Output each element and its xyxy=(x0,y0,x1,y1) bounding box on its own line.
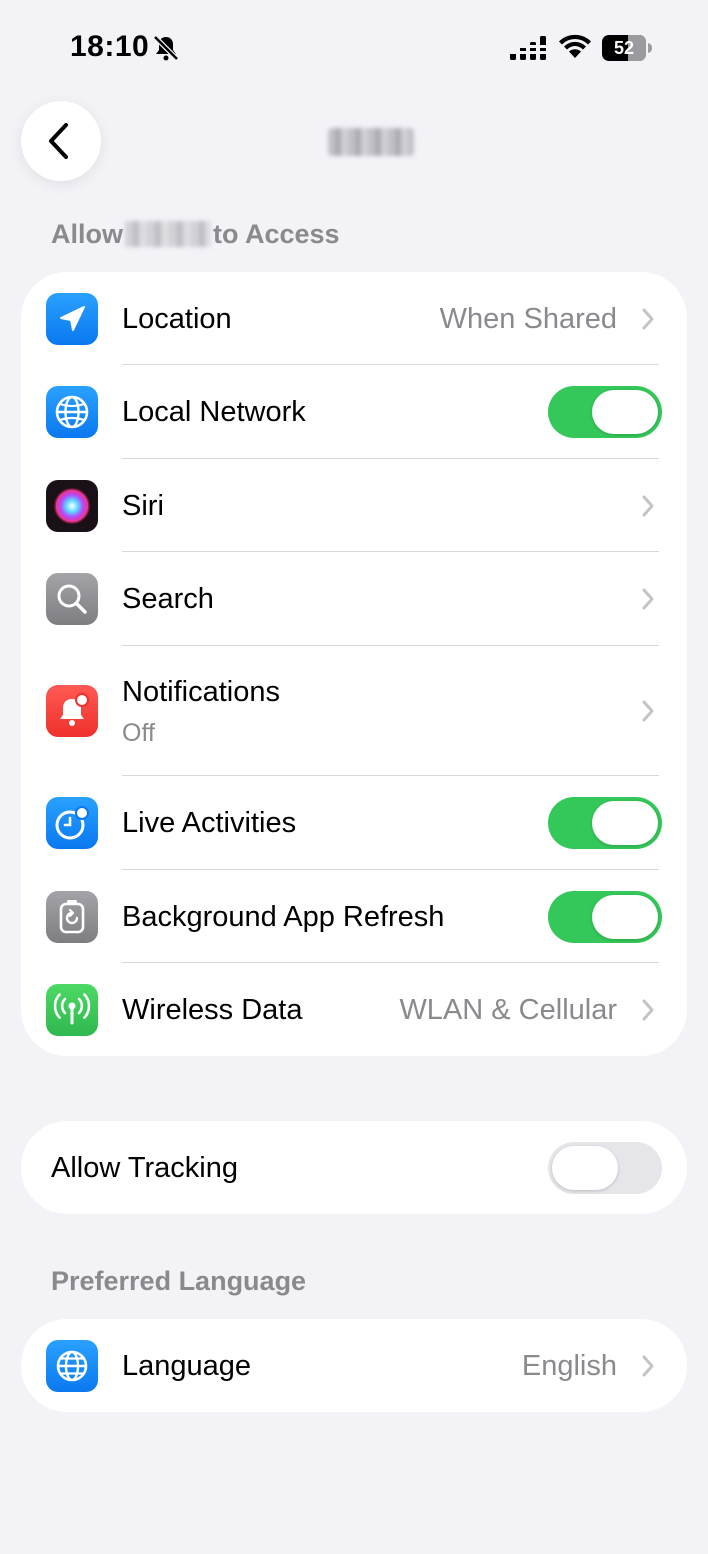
wifi-icon xyxy=(559,34,591,58)
live-activities-toggle[interactable] xyxy=(548,797,662,849)
notifications-sublabel: Off xyxy=(122,719,155,747)
chevron-right-icon xyxy=(642,999,654,1021)
chevron-left-icon xyxy=(49,123,68,159)
language-label: Language xyxy=(122,1350,252,1382)
background-app-refresh-label: Background App Refresh xyxy=(122,901,445,933)
antenna-icon xyxy=(46,984,98,1036)
background-refresh-icon xyxy=(46,891,98,943)
row-local-network: Local Network xyxy=(21,365,687,459)
toggle-knob xyxy=(552,1146,618,1190)
section-header-suffix: to Access xyxy=(213,219,340,249)
status-bar: 18:10 52 xyxy=(0,0,708,96)
redacted-app-name xyxy=(125,221,211,247)
wireless-data-value: WLAN & Cellular xyxy=(399,994,617,1026)
battery-level: 52 xyxy=(613,38,635,58)
toggle-knob xyxy=(592,390,658,434)
bell-slash-icon xyxy=(153,35,179,61)
row-notifications[interactable]: Notifications Off xyxy=(21,646,687,776)
row-language[interactable]: Language English xyxy=(21,1319,687,1412)
row-siri[interactable]: Siri xyxy=(21,459,687,552)
allow-tracking-toggle[interactable] xyxy=(548,1142,662,1194)
row-allow-tracking: Allow Tracking xyxy=(21,1121,687,1214)
row-location[interactable]: Location When Shared xyxy=(21,272,687,365)
row-search[interactable]: Search xyxy=(21,552,687,646)
local-network-label: Local Network xyxy=(122,396,306,428)
chevron-right-icon xyxy=(642,1355,654,1377)
wireless-data-label: Wireless Data xyxy=(122,994,303,1026)
row-live-activities: Live Activities xyxy=(21,776,687,870)
section-header-prefix: Allow xyxy=(51,219,123,249)
globe-network-icon xyxy=(46,386,98,438)
row-background-app-refresh: Background App Refresh xyxy=(21,870,687,963)
page-title-redacted xyxy=(328,128,414,156)
toggle-knob xyxy=(592,895,658,939)
chevron-right-icon xyxy=(642,308,654,330)
location-arrow-icon xyxy=(46,293,98,345)
local-network-toggle[interactable] xyxy=(548,386,662,438)
notification-bell-icon xyxy=(46,685,98,737)
magnifier-icon xyxy=(46,573,98,625)
language-card: Language English xyxy=(21,1319,687,1412)
language-value: English xyxy=(521,1350,617,1382)
back-button[interactable] xyxy=(21,101,101,181)
chevron-right-icon xyxy=(642,495,654,517)
live-activities-label: Live Activities xyxy=(122,807,297,839)
globe-icon xyxy=(46,1340,98,1392)
section-header-allow-access: Allow to Access xyxy=(51,219,340,250)
status-time: 18:10 xyxy=(70,30,150,63)
cellular-signal-icon xyxy=(510,36,548,60)
background-app-refresh-toggle[interactable] xyxy=(548,891,662,943)
siri-label: Siri xyxy=(122,490,164,522)
row-wireless-data[interactable]: Wireless Data WLAN & Cellular xyxy=(21,963,687,1056)
notifications-label: Notifications xyxy=(122,676,280,708)
allow-tracking-label: Allow Tracking xyxy=(51,1152,238,1184)
search-label: Search xyxy=(122,583,214,615)
siri-icon xyxy=(46,480,98,532)
chevron-right-icon xyxy=(642,588,654,610)
location-value: When Shared xyxy=(439,303,617,335)
tracking-card: Allow Tracking xyxy=(21,1121,687,1214)
chevron-right-icon xyxy=(642,700,654,722)
section-header-preferred-language: Preferred Language xyxy=(51,1266,307,1296)
permissions-card: Location When Shared Local Network Siri … xyxy=(21,272,687,1056)
toggle-knob xyxy=(592,801,658,845)
live-activities-icon xyxy=(46,797,98,849)
location-label: Location xyxy=(122,303,232,335)
